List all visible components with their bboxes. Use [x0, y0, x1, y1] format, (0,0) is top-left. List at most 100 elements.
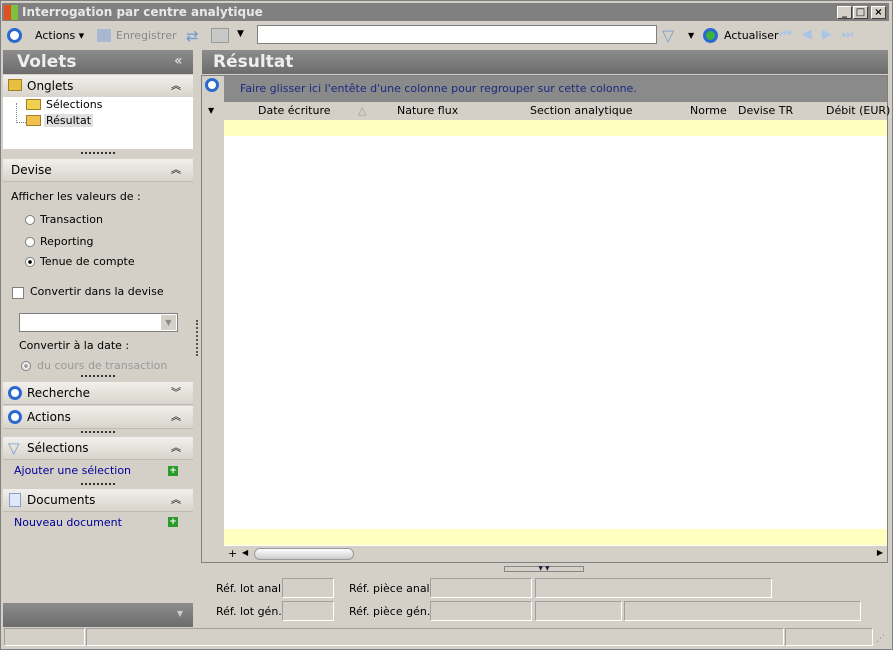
prev-icon[interactable]: ◀ [802, 27, 822, 42]
filter-row[interactable] [224, 120, 887, 136]
tree-item-selections[interactable]: Sélections [46, 98, 102, 111]
panes-title: Volets [3, 50, 193, 74]
actions-menu-icon[interactable] [7, 28, 22, 43]
print-icon[interactable] [211, 28, 229, 43]
radio-transaction-label: Transaction [40, 213, 103, 226]
next-icon[interactable]: ▶ [822, 27, 842, 42]
record-navigation[interactable]: ⏮◀▶⏭ [780, 27, 863, 42]
new-document-link[interactable]: Nouveau document [14, 516, 122, 529]
piece-anal-field[interactable] [430, 578, 532, 598]
search-input[interactable] [257, 25, 657, 44]
splitter-grip[interactable] [81, 483, 115, 485]
section-recherche[interactable]: Recherche ︾ [3, 382, 193, 405]
group-by-area[interactable]: Faire glisser ici l'entête d'une colonne… [224, 76, 887, 102]
pane-splitter[interactable] [196, 320, 198, 356]
tree-lines [16, 103, 26, 123]
scrollbar-thumb[interactable] [254, 548, 354, 560]
chevron-up-icon[interactable]: ︽ [171, 159, 181, 182]
piece-gen-field[interactable] [430, 601, 532, 621]
section-actions[interactable]: Actions ︽ [3, 406, 193, 429]
section-devise[interactable]: Devise ︽ [3, 159, 193, 182]
actions-section-icon [8, 410, 22, 424]
lot-gen-label: Réf. lot gén. [216, 605, 282, 618]
print-dropdown-icon[interactable]: ▼ [237, 29, 244, 39]
piece-anal-desc-field[interactable] [535, 578, 772, 598]
maximize-button[interactable]: □ [853, 6, 868, 19]
scroll-right-icon[interactable]: ▶ [877, 548, 883, 557]
chevron-up-icon[interactable]: ︽ [171, 75, 181, 98]
search-section-icon [8, 386, 22, 400]
radio-tenue-de-compte[interactable] [25, 257, 35, 267]
document-icon [9, 493, 21, 507]
section-documents[interactable]: Documents ︽ [3, 489, 193, 512]
chevron-down-icon[interactable]: ︾ [171, 382, 181, 405]
lot-anal-label: Réf. lot anal. [216, 582, 285, 595]
column-header-devise[interactable]: Devise TR [738, 104, 793, 117]
window-title: Interrogation par centre analytique [2, 3, 889, 21]
radio-reporting-label: Reporting [40, 235, 94, 248]
piece-gen-field-2[interactable] [535, 601, 622, 621]
horizontal-scrollbar[interactable]: + ◀ ▶ [224, 546, 887, 562]
chevron-down-icon[interactable]: ▼ [177, 609, 183, 618]
filter-icon[interactable]: ▽ [662, 26, 674, 45]
first-icon[interactable]: ⏮ [780, 27, 802, 42]
minimize-button[interactable]: _ [837, 6, 852, 19]
add-selection-link[interactable]: Ajouter une sélection [14, 464, 131, 477]
open-folder-icon [26, 115, 41, 126]
status-panel-1 [4, 628, 85, 646]
column-chooser-icon[interactable]: ▼ [208, 106, 214, 115]
chevron-up-icon[interactable]: ︽ [171, 406, 181, 429]
radio-date-transaction[interactable] [21, 361, 31, 371]
section-selections[interactable]: Sélections ︽ [3, 437, 193, 460]
convert-label: Convertir dans la devise [30, 285, 164, 298]
sync-icon[interactable]: ⇄ [186, 27, 199, 45]
add-icon[interactable]: + [168, 517, 178, 527]
chevron-up-icon[interactable]: ︽ [171, 437, 181, 460]
recherche-title: Recherche [27, 386, 91, 400]
splitter-grip[interactable] [81, 431, 115, 433]
refresh-button[interactable]: Actualiser [724, 29, 779, 42]
column-header-section[interactable]: Section analytique [530, 104, 632, 117]
lot-anal-field[interactable] [282, 578, 334, 598]
sort-ascending-icon: △ [358, 104, 367, 117]
chevron-down-icon[interactable]: ▼ [161, 315, 176, 330]
piece-anal-label: Réf. pièce anal. [349, 582, 434, 595]
onglets-title: Onglets [27, 79, 74, 93]
expand-icon[interactable]: + [228, 547, 237, 560]
scroll-left-icon[interactable]: ◀ [242, 548, 248, 557]
close-button[interactable]: × [871, 6, 886, 19]
splitter-grip[interactable] [81, 152, 115, 154]
actions-title: Actions [27, 410, 71, 424]
column-header-date[interactable]: Date écriture [258, 104, 331, 117]
tree-item-resultat[interactable]: Résultat [44, 114, 94, 127]
radio-reporting[interactable] [25, 237, 35, 247]
chevron-up-icon[interactable]: ︽ [171, 489, 181, 512]
convert-date-label: Convertir à la date : [19, 339, 130, 352]
column-header-debit[interactable]: Débit (EUR) [826, 104, 890, 117]
currency-select[interactable]: ▼ [19, 313, 178, 332]
filter-dropdown-icon[interactable]: ▼ [688, 31, 694, 40]
result-grid [201, 75, 888, 563]
splitter-grip[interactable] [81, 375, 115, 377]
selections-title: Sélections [27, 441, 89, 455]
convert-checkbox[interactable] [12, 287, 24, 299]
add-icon[interactable]: + [168, 466, 178, 476]
refresh-icon[interactable] [703, 28, 718, 43]
grid-options-icon[interactable] [205, 78, 219, 92]
collapse-panes-icon[interactable]: « [174, 53, 183, 69]
save-button[interactable]: Enregistrer [116, 29, 177, 42]
piece-gen-desc-field[interactable] [624, 601, 861, 621]
panes-overflow-bar[interactable]: ▼ [3, 603, 193, 627]
last-icon[interactable]: ⏭ [842, 27, 864, 42]
actions-menu[interactable]: Actions ▾ [35, 29, 84, 42]
column-header-norme[interactable]: Norme [690, 104, 727, 117]
column-header-nature[interactable]: Nature flux [397, 104, 458, 117]
radio-transaction[interactable] [25, 215, 35, 225]
section-onglets[interactable]: Onglets ︽ [3, 75, 193, 98]
status-panel-2 [86, 628, 784, 646]
lot-gen-field[interactable] [282, 601, 334, 621]
detail-splitter[interactable]: ▼ ▼ [504, 566, 584, 572]
resize-grip-icon[interactable]: ⋰ [876, 634, 885, 644]
status-panel-3 [785, 628, 873, 646]
piece-gen-label: Réf. pièce gén. [349, 605, 431, 618]
